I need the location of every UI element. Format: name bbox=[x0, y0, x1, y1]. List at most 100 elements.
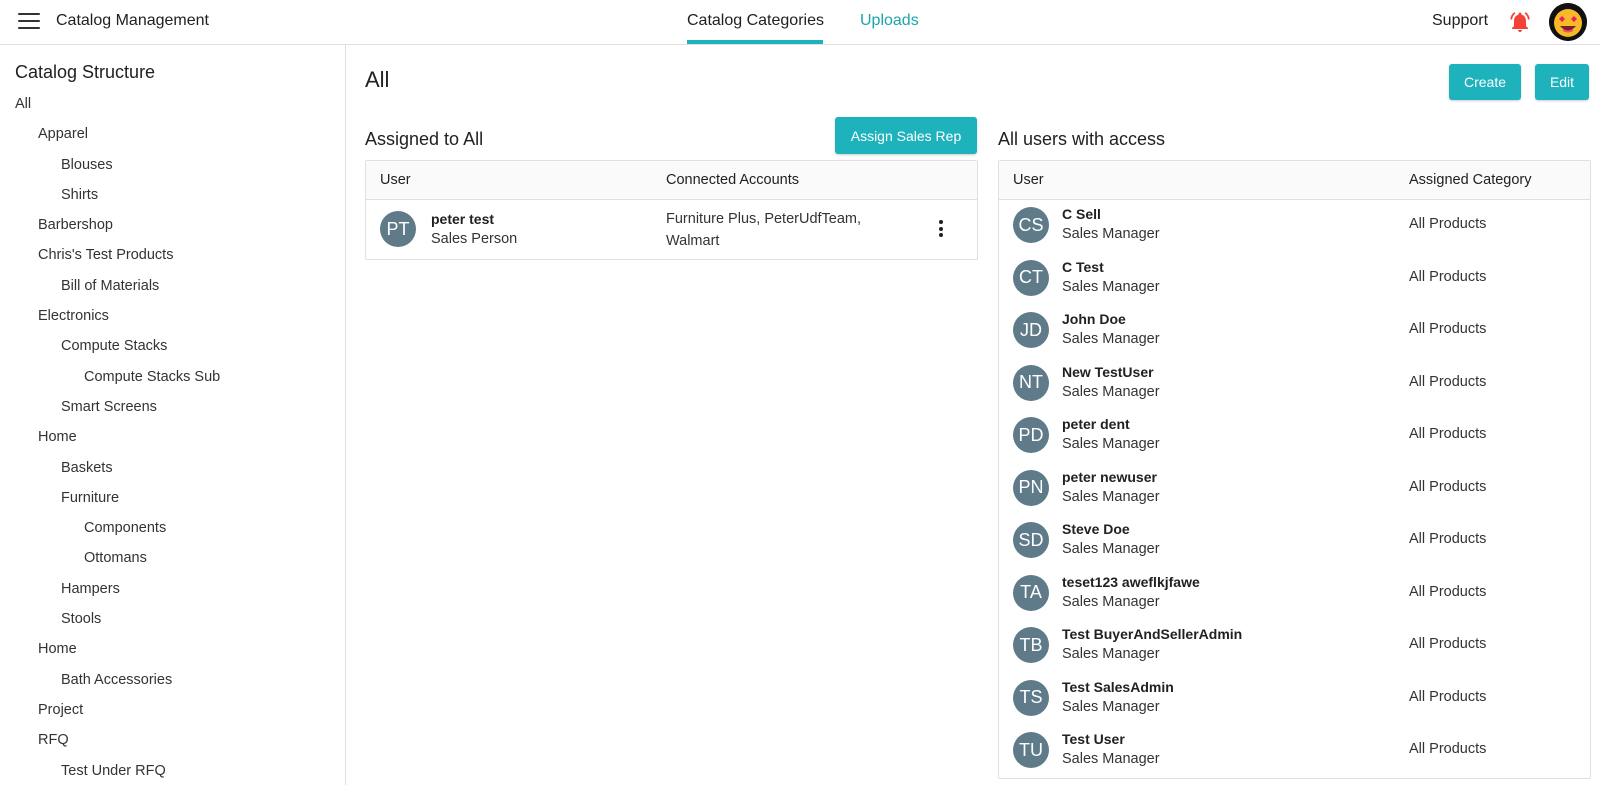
access-section-title: All users with access bbox=[998, 129, 1166, 149]
table-row[interactable]: PN peter newuser Sales Manager All Products bbox=[999, 463, 1590, 516]
column-header-user: User bbox=[380, 172, 411, 188]
user-avatar[interactable] bbox=[1549, 3, 1587, 41]
avatar: PT bbox=[380, 211, 416, 247]
tree-item[interactable]: Smart Screens bbox=[0, 400, 345, 430]
user-role: Sales Manager bbox=[1062, 751, 1160, 767]
assign-sales-rep-button[interactable]: Assign Sales Rep bbox=[835, 117, 977, 154]
tree-item[interactable]: Shirts bbox=[0, 188, 345, 218]
table-row[interactable]: TA teset123 aweflkjfawe Sales Manager All P… bbox=[999, 568, 1590, 621]
table-row[interactable]: PT peter test Sales Person Furniture Plu… bbox=[366, 200, 977, 258]
user-name: peter test bbox=[431, 211, 495, 227]
table-row[interactable]: JD John Doe Sales Manager All Products bbox=[999, 305, 1590, 358]
edit-button[interactable]: Edit bbox=[1535, 64, 1589, 100]
tree-item[interactable]: Barbershop bbox=[0, 218, 345, 248]
assigned-category: All Products bbox=[1409, 216, 1487, 232]
top-bar: Catalog Management Catalog Categories Up… bbox=[0, 0, 1600, 45]
user-role: Sales Manager bbox=[1062, 646, 1160, 662]
avatar: PN bbox=[1013, 469, 1049, 506]
user-name: Test User bbox=[1062, 731, 1125, 747]
table-header: User Assigned Category bbox=[999, 161, 1590, 200]
assigned-category: All Products bbox=[1409, 741, 1487, 757]
user-name: New TestUser bbox=[1062, 363, 1154, 380]
table-row[interactable]: CT C Test Sales Manager All Products bbox=[999, 253, 1590, 306]
user-role: Sales Manager bbox=[1062, 541, 1160, 557]
create-button[interactable]: Create bbox=[1449, 64, 1521, 100]
tab-catalog-categories[interactable]: Catalog Categories bbox=[687, 12, 824, 30]
avatar: JD bbox=[1013, 312, 1049, 348]
tree-item[interactable]: Bath Accessories bbox=[0, 672, 345, 703]
accounts-line: Walmart bbox=[666, 233, 720, 249]
menu-icon[interactable] bbox=[18, 13, 40, 31]
avatar: TB bbox=[1013, 627, 1049, 663]
user-name: Test BuyerAndSellerAdmin bbox=[1062, 626, 1243, 642]
app-title: Catalog Management bbox=[56, 12, 209, 29]
user-role: Sales Manager bbox=[1062, 488, 1160, 505]
assigned-section-title: Assigned to All bbox=[365, 129, 484, 149]
user-name: Steve Doe bbox=[1062, 521, 1130, 537]
sidebar-title: Catalog Structure bbox=[15, 62, 156, 82]
avatar: CT bbox=[1013, 259, 1049, 296]
accounts-line: Furniture Plus, PeterUdfTeam, bbox=[666, 211, 862, 227]
assigned-category: All Products bbox=[1409, 268, 1487, 285]
assigned-category: All Products bbox=[1409, 321, 1487, 337]
table-row[interactable]: TB Test BuyerAndSellerAdmin Sales Manager A… bbox=[999, 620, 1590, 673]
user-role: Sales Manager bbox=[1062, 331, 1160, 347]
tree-item[interactable]: Hampers bbox=[0, 581, 345, 612]
tree-item[interactable]: Components bbox=[0, 521, 345, 551]
table-row[interactable]: TU Test User Sales Manager All Products bbox=[999, 725, 1590, 778]
tree-item[interactable]: Bill of Materials bbox=[0, 278, 345, 309]
tree-item[interactable]: Project bbox=[0, 703, 345, 733]
tree-item[interactable]: Compute Stacks bbox=[0, 339, 345, 369]
assigned-category: All Products bbox=[1409, 636, 1487, 652]
assigned-category: All Products bbox=[1409, 426, 1487, 442]
tree-item[interactable]: Chris's Test Products bbox=[0, 248, 345, 278]
user-name: C Sell bbox=[1062, 206, 1101, 222]
assigned-category: All Products bbox=[1409, 478, 1487, 495]
avatar: CS bbox=[1013, 207, 1049, 243]
avatar: TA bbox=[1013, 574, 1049, 611]
access-rows: CS C Sell Sales Manager All Products CT C Tes… bbox=[999, 200, 1590, 778]
assigned-users-table: User Connected Accounts PT peter test Sa… bbox=[365, 160, 978, 260]
tree-item[interactable]: Stools bbox=[0, 612, 345, 642]
category-tree: All Apparel Blouses Shirts Barbershop Chris's… bbox=[0, 97, 345, 794]
assigned-category: All Products bbox=[1409, 531, 1487, 547]
tree-item[interactable]: Home bbox=[0, 430, 345, 460]
tree-item[interactable]: Test Under RFQ bbox=[0, 763, 345, 794]
tree-item[interactable]: All bbox=[0, 97, 345, 127]
user-role: Sales Manager bbox=[1062, 593, 1160, 610]
avatar: NT bbox=[1013, 364, 1049, 401]
user-role: Sales Manager bbox=[1062, 698, 1160, 715]
user-role: Sales Manager bbox=[1062, 278, 1160, 295]
page-title: All bbox=[365, 67, 390, 92]
tab-uploads[interactable]: Uploads bbox=[860, 12, 919, 30]
tree-item[interactable]: RFQ bbox=[0, 733, 345, 763]
active-tab-indicator bbox=[687, 40, 823, 44]
table-row[interactable]: CS C Sell Sales Manager All Products bbox=[999, 200, 1590, 253]
tree-item[interactable]: Blouses bbox=[0, 157, 345, 188]
catalog-structure-sidebar: Catalog Structure All Apparel Blouses Shirt… bbox=[0, 45, 346, 785]
tree-item[interactable]: Apparel bbox=[0, 127, 345, 157]
connected-accounts: Furniture Plus, PeterUdfTeam, Walmart bbox=[666, 208, 896, 252]
table-row[interactable]: TS Test SalesAdmin Sales Manager All Produc… bbox=[999, 673, 1590, 726]
tree-item[interactable]: Compute Stacks Sub bbox=[0, 369, 345, 400]
assigned-category: All Products bbox=[1409, 373, 1487, 390]
assigned-category: All Products bbox=[1409, 688, 1487, 705]
user-name: C Test bbox=[1062, 258, 1104, 275]
tree-item[interactable]: Baskets bbox=[0, 460, 345, 491]
notification-bell-icon[interactable] bbox=[1508, 10, 1532, 34]
tree-item[interactable]: Home bbox=[0, 642, 345, 672]
table-header: User Connected Accounts bbox=[366, 161, 977, 200]
column-header-connected-accounts: Connected Accounts bbox=[666, 172, 800, 188]
tree-item[interactable]: Furniture bbox=[0, 491, 345, 521]
tree-item[interactable]: Ottomans bbox=[0, 551, 345, 581]
user-role: Sales Person bbox=[431, 231, 518, 247]
table-row[interactable]: PD peter dent Sales Manager All Products bbox=[999, 410, 1590, 463]
user-role: Sales Manager bbox=[1062, 226, 1160, 242]
more-options-icon[interactable] bbox=[936, 220, 946, 240]
tree-item[interactable]: Electronics bbox=[0, 309, 345, 339]
column-header-assigned-category: Assigned Category bbox=[1409, 172, 1532, 188]
user-name: peter newuser bbox=[1062, 468, 1157, 485]
support-link[interactable]: Support bbox=[1432, 12, 1488, 30]
table-row[interactable]: SD Steve Doe Sales Manager All Products bbox=[999, 515, 1590, 568]
table-row[interactable]: NT New TestUser Sales Manager All Products bbox=[999, 358, 1590, 411]
